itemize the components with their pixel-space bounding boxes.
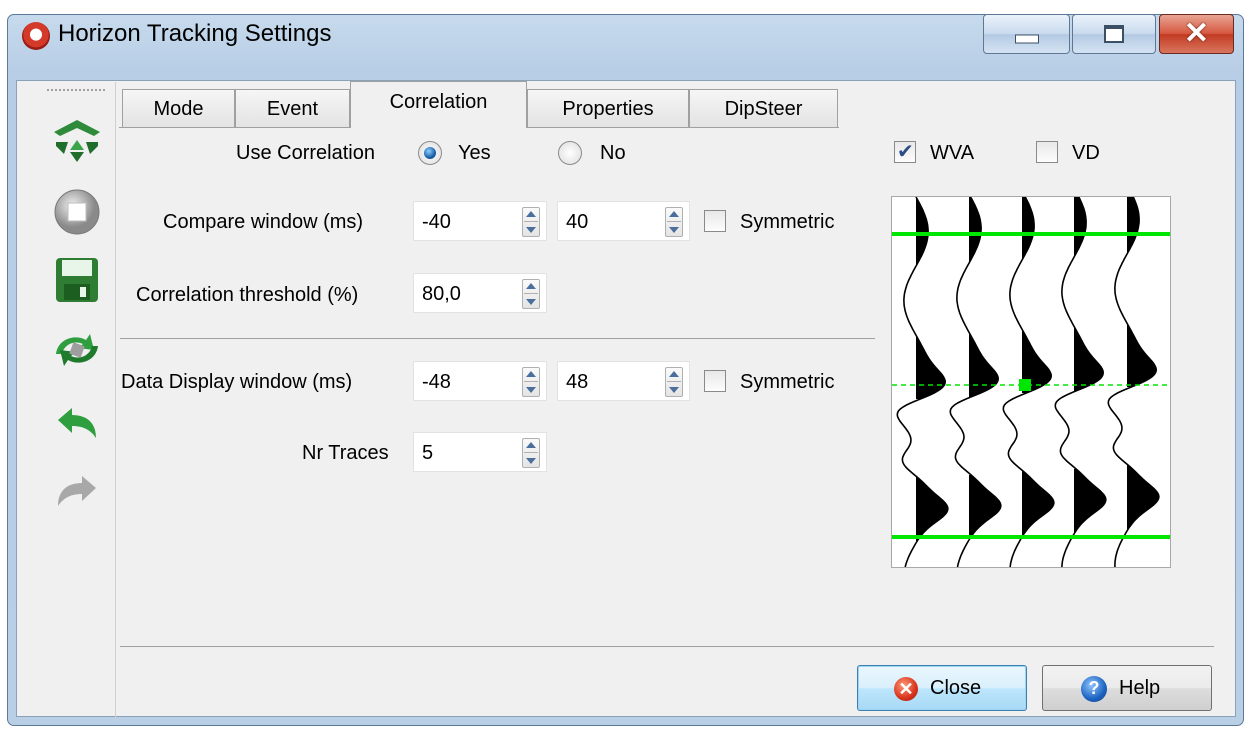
tab-mode[interactable]: Mode [122, 89, 235, 127]
compare-symmetric-label: Symmetric [740, 211, 835, 233]
tracking-settings-icon[interactable] [50, 116, 104, 168]
use-correlation-label: Use Correlation [236, 142, 375, 164]
tab-event[interactable]: Event [235, 89, 350, 127]
nr-traces-value: 5 [422, 442, 434, 464]
use-correlation-yes-radio[interactable] [418, 141, 442, 165]
display-stop-value: 48 [566, 371, 589, 393]
wva-checkbox[interactable] [894, 139, 916, 164]
tab-dipsteer[interactable]: DipSteer [689, 89, 838, 127]
no-label: No [600, 142, 626, 164]
dialog-window: Horizon Tracking Settings ✕ Mode Event C… [0, 0, 1250, 732]
display-start-value: -48 [422, 371, 451, 393]
close-circle-icon: ✕ [894, 677, 918, 701]
nr-traces-label: Nr Traces [302, 442, 389, 464]
seed-marker [1019, 379, 1031, 391]
seismic-preview-panel [891, 196, 1171, 568]
bottom-divider [120, 646, 1214, 647]
vd-checkbox[interactable] [1036, 141, 1058, 163]
display-symmetric-checkbox[interactable] [704, 370, 726, 392]
spin-arrows-icon[interactable] [522, 279, 540, 309]
maximize-button[interactable] [1072, 14, 1156, 54]
compare-start-spinbox[interactable]: -40 [413, 201, 547, 241]
correlation-threshold-value: 80,0 [422, 283, 461, 305]
nr-traces-spinbox[interactable]: 5 [413, 432, 547, 472]
wva-label: WVA [930, 142, 975, 164]
retrack-icon[interactable] [50, 324, 104, 376]
compare-start-value: -40 [422, 211, 451, 233]
save-icon[interactable] [50, 254, 104, 306]
tab-properties[interactable]: Properties [527, 89, 689, 127]
use-correlation-no-radio[interactable] [558, 141, 582, 165]
correlation-threshold-label: Correlation threshold (%) [136, 284, 359, 306]
vd-label: VD [1072, 142, 1100, 164]
stop-icon[interactable] [50, 186, 104, 238]
trace-fill [1127, 465, 1159, 529]
trace-fill [1074, 327, 1104, 391]
yes-label: Yes [458, 142, 491, 164]
window-close-button[interactable]: ✕ [1159, 14, 1234, 54]
compare-window-label: Compare window (ms) [163, 211, 364, 233]
help-circle-icon: ? [1081, 676, 1107, 702]
help-button[interactable]: ? Help [1042, 665, 1212, 711]
toolbar-grip[interactable] [47, 89, 105, 94]
minimize-button[interactable] [983, 14, 1070, 54]
undo-icon[interactable] [50, 398, 104, 450]
app-icon [22, 22, 50, 50]
trace-fill [1074, 469, 1106, 533]
close-button-label: Close [930, 677, 982, 699]
spin-arrows-icon[interactable] [522, 207, 540, 237]
spin-arrows-icon[interactable] [522, 367, 540, 397]
minimize-icon [1014, 34, 1039, 44]
help-button-label: Help [1119, 677, 1161, 699]
spin-arrows-icon[interactable] [665, 207, 683, 237]
trace-fill [969, 475, 1001, 539]
data-display-window-label: Data Display window (ms) [121, 371, 353, 393]
redo-icon[interactable] [50, 466, 104, 518]
tab-correlation[interactable]: Correlation [350, 81, 527, 128]
display-stop-spinbox[interactable]: 48 [557, 361, 690, 401]
trace-fill [969, 333, 999, 397]
trace-fill [1022, 471, 1054, 535]
section-divider [120, 338, 875, 339]
close-icon: ✕ [1183, 17, 1210, 50]
compare-stop-value: 40 [566, 211, 589, 233]
display-symmetric-label: Symmetric [740, 371, 835, 393]
display-start-spinbox[interactable]: -48 [413, 361, 547, 401]
window-title: Horizon Tracking Settings [58, 20, 332, 47]
spin-arrows-icon[interactable] [665, 367, 683, 397]
compare-stop-spinbox[interactable]: 40 [557, 201, 690, 241]
compare-symmetric-checkbox[interactable] [704, 210, 726, 232]
close-button[interactable]: ✕ Close [857, 665, 1027, 711]
trace-fill [1074, 197, 1087, 257]
spin-arrows-icon[interactable] [522, 438, 540, 468]
wiggle-trace-display [892, 196, 1170, 568]
correlation-threshold-spinbox[interactable]: 80,0 [413, 273, 547, 313]
trace-fill [916, 477, 948, 541]
maximize-icon [1104, 25, 1124, 43]
